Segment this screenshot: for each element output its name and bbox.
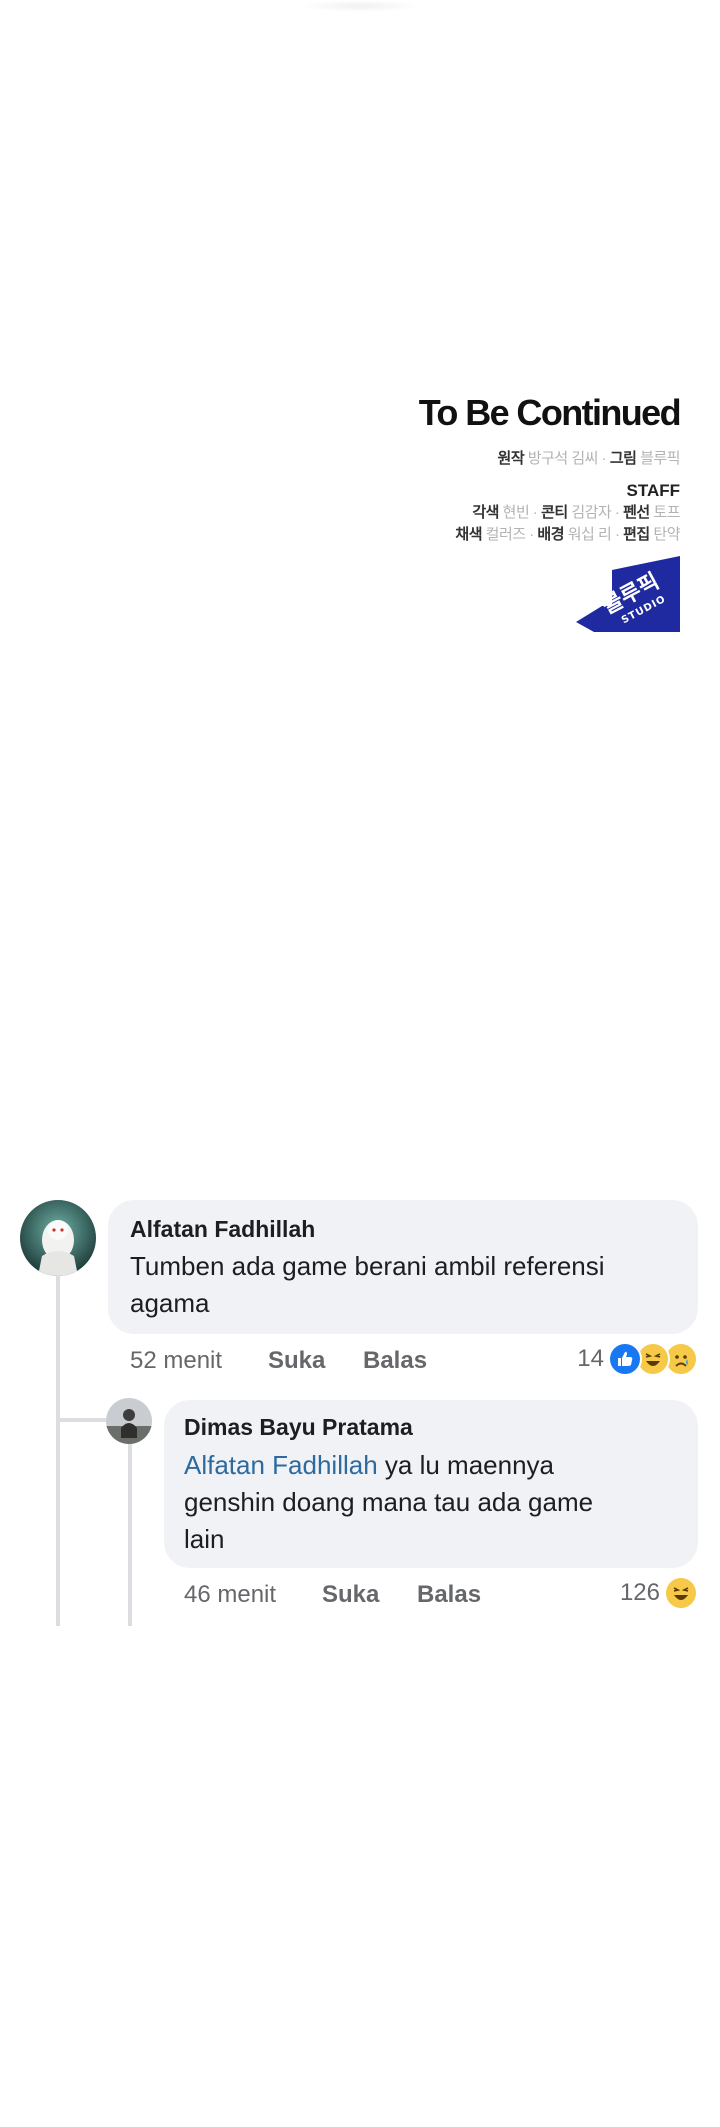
credit-value: 토프 <box>653 504 680 521</box>
studio-logo: 블루픽 STUDIO <box>576 556 680 632</box>
like-button[interactable]: Suka <box>322 1581 379 1609</box>
credit-value: 현빈 · <box>502 504 538 521</box>
haha-icon <box>664 1576 698 1610</box>
credit-label: 콘티 <box>541 504 568 521</box>
staff-label: STAFF <box>626 481 680 500</box>
credit-staff-row-1: 각색 현빈 · 콘티 김감자 · 펜선 토프 <box>380 502 680 524</box>
reply-button[interactable]: Balas <box>363 1347 427 1375</box>
thread-line-reply <box>128 1442 132 1626</box>
credit-label: 배경 <box>537 526 565 543</box>
avatar[interactable] <box>20 1200 96 1276</box>
credit-label: 펜선 <box>623 504 650 521</box>
thread-line-main <box>56 1274 60 1626</box>
credit-value: 김감자 · <box>571 504 620 521</box>
to-be-continued-title: To Be Continued <box>418 392 682 433</box>
mention-link[interactable]: Alfatan Fadhillah <box>184 1450 378 1480</box>
credit-value: 컬러즈 · <box>485 526 535 543</box>
like-icon <box>608 1342 642 1376</box>
credit-label: 편집 <box>623 526 650 543</box>
credit-label: 그림 <box>609 450 637 467</box>
thread-line-branch <box>56 1418 106 1422</box>
avatar[interactable] <box>106 1398 152 1444</box>
credit-label: 각색 <box>472 504 499 521</box>
comment-text: Tumben ada game berani ambil referensi a… <box>130 1251 605 1318</box>
credit-label: 원작 <box>497 450 525 467</box>
credit-value: 탄약 <box>653 526 680 543</box>
credit-value: 블루픽 <box>640 450 680 467</box>
credit-value: 워십 리 · <box>567 526 620 543</box>
credit-value: 방구석 김씨 · <box>527 450 607 467</box>
credits-block: To Be Continued 원작 방구석 김씨 · 그림 블루픽 STAFF… <box>380 392 682 546</box>
credit-label: 채색 <box>455 526 482 543</box>
reaction-count[interactable]: 14 <box>560 1345 604 1373</box>
comment-text: Alfatan Fadhillah ya lu maennya genshin … <box>184 1447 634 1558</box>
comment-time: 46 menit <box>184 1581 277 1608</box>
reply-button[interactable]: Balas <box>417 1581 481 1609</box>
comment-author[interactable]: Dimas Bayu Pratama <box>184 1414 413 1441</box>
top-shadow <box>300 0 420 12</box>
comment-time: 52 menit <box>130 1347 223 1374</box>
reaction-count[interactable]: 126 <box>600 1579 660 1607</box>
credit-staff-row-2: 채색 컬러즈 · 배경 워십 리 · 편집 탄약 <box>380 524 680 546</box>
credit-original-row: 원작 방구석 김씨 · 그림 블루픽 <box>380 448 681 470</box>
like-button[interactable]: Suka <box>268 1347 325 1375</box>
comment-author[interactable]: Alfatan Fadhillah <box>130 1216 315 1243</box>
